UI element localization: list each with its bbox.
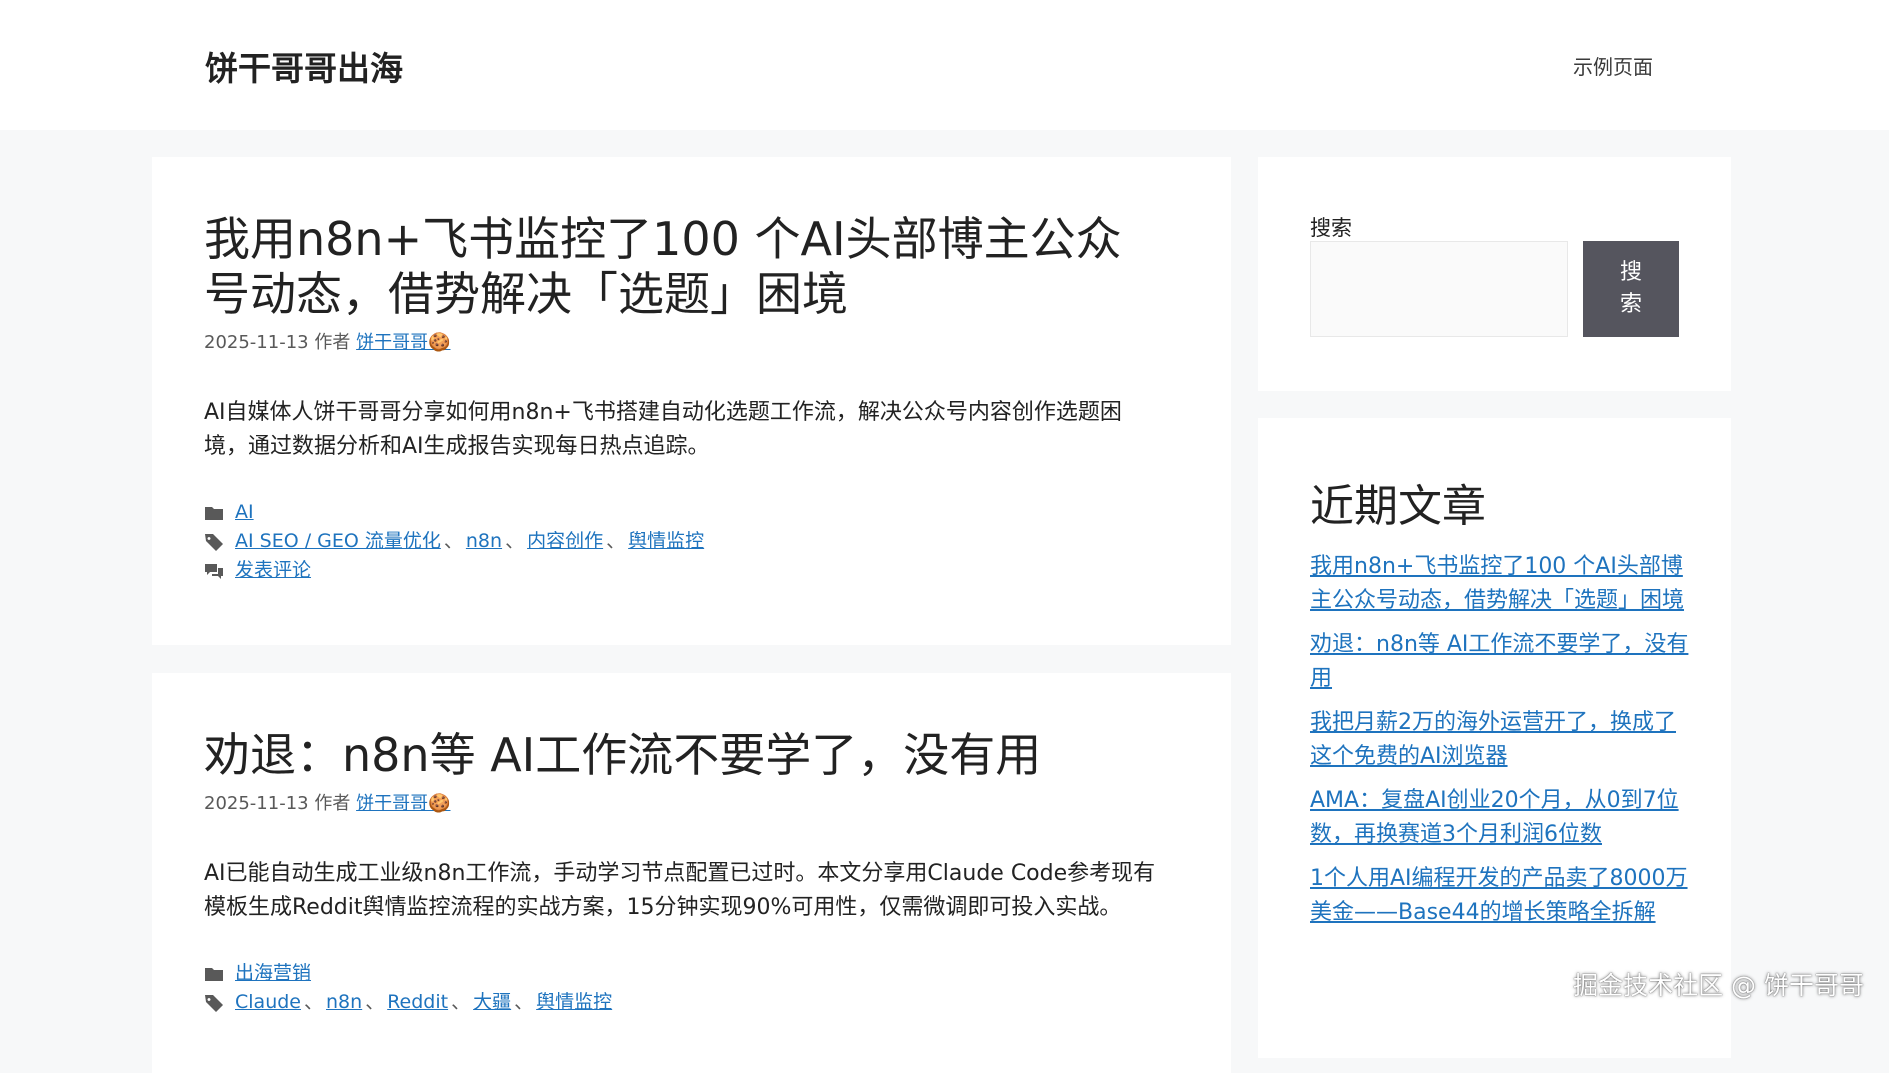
recent-post-link[interactable]: 我用n8n+飞书监控了100 个AI头部博主公众号动态，借势解决「选题」困境 [1310, 554, 1684, 613]
post-categories: AI [204, 498, 1179, 527]
tag-link[interactable]: n8n [466, 527, 502, 556]
tag-link[interactable]: 大疆 [473, 988, 511, 1017]
search-button[interactable]: 搜索 [1583, 241, 1679, 337]
comment-link[interactable]: 发表评论 [235, 556, 311, 585]
author-link[interactable]: 饼干哥哥🍪 [356, 332, 450, 353]
post-meta: 2025-11-13 作者 饼干哥哥🍪 [204, 791, 1179, 817]
search-label: 搜索 [1310, 216, 1352, 240]
post-title[interactable]: 我用n8n+飞书监控了100 个AI头部博主公众号动态，借势解决「选题」困境 [204, 212, 1164, 322]
tag-link[interactable]: 内容创作 [527, 527, 603, 556]
site-header: 饼干哥哥出海 示例页面 [0, 0, 1889, 130]
recent-post-link[interactable]: AMA：复盘AI创业20个月，从0到7位数，再换赛道3个月利润6位数 [1310, 788, 1679, 847]
list-item: 1个人用AI编程开发的产品卖了8000万美金——Base44的增长策略全拆解 [1310, 862, 1690, 930]
post-taxonomy: AI AI SEO / GEO 流量优化、 n8n、 内容创作、 舆情监控 发表… [204, 498, 1179, 585]
tag-link[interactable]: 舆情监控 [628, 527, 704, 556]
tag-link[interactable]: Claude [235, 988, 301, 1017]
folder-icon [205, 967, 223, 981]
tag-link[interactable]: 舆情监控 [536, 988, 612, 1017]
post-tags: AI SEO / GEO 流量优化、 n8n、 内容创作、 舆情监控 [204, 527, 1179, 556]
post-title[interactable]: 劝退：n8n等 AI工作流不要学了，没有用 [204, 728, 1164, 783]
search-input[interactable] [1310, 241, 1568, 337]
post-meta: 2025-11-13 作者 饼干哥哥🍪 [204, 330, 1179, 356]
search-widget: 搜索 搜索 [1258, 157, 1731, 391]
recent-post-link[interactable]: 我把月薪2万的海外运营开了，换成了这个免费的AI浏览器 [1310, 710, 1676, 769]
post-taxonomy: 出海营销 Claude、 n8n、 Reddit、 大疆、 舆情监控 [204, 959, 1179, 1017]
author-prefix: 作者 [314, 793, 351, 814]
watermark: 掘金技术社区 @ 饼干哥哥 [1573, 971, 1864, 1000]
post-date: 2025-11-13 [204, 793, 309, 814]
post-comments: 发表评论 [204, 556, 1179, 585]
post-card: 我用n8n+飞书监控了100 个AI头部博主公众号动态，借势解决「选题」困境 2… [152, 157, 1231, 645]
tag-icon [205, 533, 223, 551]
recent-posts-list: 我用n8n+飞书监控了100 个AI头部博主公众号动态，借势解决「选题」困境 劝… [1310, 550, 1690, 940]
folder-icon [205, 506, 223, 520]
post-excerpt: AI自媒体人饼干哥哥分享如何用n8n+飞书搭建自动化选题工作流，解决公众号内容创… [204, 400, 1122, 459]
category-link[interactable]: 出海营销 [235, 959, 311, 988]
post-date: 2025-11-13 [204, 332, 309, 353]
recent-posts-title: 近期文章 [1310, 481, 1486, 532]
nav-item-sample-page[interactable]: 示例页面 [1573, 51, 1653, 80]
comments-icon [205, 563, 223, 579]
post-tags: Claude、 n8n、 Reddit、 大疆、 舆情监控 [204, 988, 1179, 1017]
tag-link[interactable]: n8n [326, 988, 362, 1017]
recent-post-link[interactable]: 劝退：n8n等 AI工作流不要学了，没有用 [1310, 632, 1688, 691]
site-title[interactable]: 饼干哥哥出海 [205, 42, 403, 90]
list-item: 我把月薪2万的海外运营开了，换成了这个免费的AI浏览器 [1310, 706, 1690, 774]
list-item: AMA：复盘AI创业20个月，从0到7位数，再换赛道3个月利润6位数 [1310, 784, 1690, 852]
recent-post-link[interactable]: 1个人用AI编程开发的产品卖了8000万美金——Base44的增长策略全拆解 [1310, 866, 1688, 925]
post-categories: 出海营销 [204, 959, 1179, 988]
list-item: 劝退：n8n等 AI工作流不要学了，没有用 [1310, 628, 1690, 696]
author-prefix: 作者 [314, 332, 351, 353]
tag-link[interactable]: AI SEO / GEO 流量优化 [235, 527, 441, 556]
list-item: 我用n8n+飞书监控了100 个AI头部博主公众号动态，借势解决「选题」困境 [1310, 550, 1690, 618]
post-card: 劝退：n8n等 AI工作流不要学了，没有用 2025-11-13 作者 饼干哥哥… [152, 673, 1231, 1073]
post-excerpt: AI已能自动生成工业级n8n工作流，手动学习节点配置已过时。本文分享用Claud… [204, 861, 1156, 920]
author-link[interactable]: 饼干哥哥🍪 [356, 793, 450, 814]
recent-posts-widget: 近期文章 我用n8n+飞书监控了100 个AI头部博主公众号动态，借势解决「选题… [1258, 418, 1731, 1058]
category-link[interactable]: AI [235, 498, 254, 527]
tag-icon [205, 994, 223, 1012]
tag-link[interactable]: Reddit [387, 988, 448, 1017]
